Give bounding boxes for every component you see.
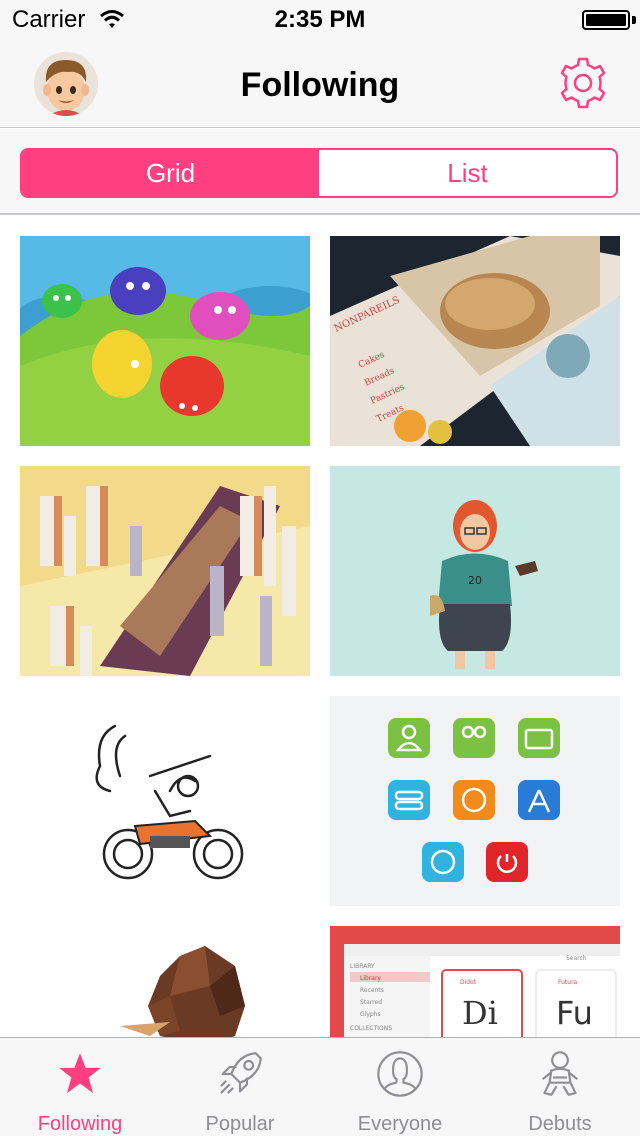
status-time: 2:35 PM	[274, 6, 366, 33]
navigation-bar: Following	[0, 40, 640, 128]
shot-app-icons-image	[330, 696, 620, 906]
star-icon	[59, 1053, 101, 1094]
shirt-text: 20	[468, 574, 482, 587]
battery-icon	[582, 10, 630, 30]
tab-following[interactable]: Following	[0, 1038, 160, 1136]
gear-icon[interactable]	[556, 56, 610, 110]
grid-segment[interactable]: Grid	[22, 150, 319, 196]
shot-redhead-illustration[interactable]: 20	[330, 466, 620, 676]
tab-debuts[interactable]: Debuts	[480, 1038, 640, 1136]
shot-redhead-image: 20	[330, 466, 620, 676]
tab-popular-label: Popular	[205, 1113, 275, 1135]
shot-isometric-city-image	[20, 466, 310, 676]
font-app-collections-heading: COLLECTIONS	[350, 1025, 392, 1032]
font-app-recents-item: Recents	[360, 987, 384, 994]
tab-bar: Following Popular Everyone Debuts	[0, 1037, 640, 1136]
person-icon	[377, 1051, 423, 1097]
tab-following-label: Following	[37, 1113, 123, 1135]
glyph-di: Di	[462, 994, 498, 1032]
view-mode-segmented-control: Grid List	[20, 148, 618, 198]
shot-nonpareils-image: NONPAREILS Cakes Breads Pastries Treats	[330, 236, 620, 446]
battery-tip	[632, 16, 636, 24]
list-segment[interactable]: List	[319, 150, 616, 196]
shot-nonpareils-menu[interactable]: NONPAREILS Cakes Breads Pastries Treats	[330, 236, 620, 446]
shot-chocolate-cone-image	[20, 926, 310, 1037]
glyph-caption-didot: Didot	[460, 979, 477, 986]
shot-blob-creatures[interactable]	[20, 236, 310, 446]
tab-everyone-label: Everyone	[357, 1113, 443, 1135]
glyph-fu: Fu	[556, 994, 593, 1032]
tab-popular[interactable]: Popular	[160, 1038, 320, 1136]
page-title: Following	[240, 66, 400, 104]
shot-font-app-image: LIBRARY Library Recents Starred Glyphs C…	[330, 926, 620, 1037]
tab-debuts-label: Debuts	[528, 1113, 592, 1135]
font-app-library-item: Library	[360, 975, 381, 982]
status-bar: Carrier 2:35 PM	[0, 0, 640, 40]
shot-blob-creatures-image	[20, 236, 310, 446]
font-app-starred-item: Starred	[360, 999, 382, 1006]
view-mode-bar: Grid List	[0, 129, 640, 215]
shot-skeleton-motorcycle[interactable]	[20, 696, 310, 906]
tab-everyone[interactable]: Everyone	[320, 1038, 480, 1136]
rocket-icon	[220, 1052, 262, 1094]
font-app-search: Search	[566, 955, 587, 962]
shot-chocolate-cone[interactable]	[20, 926, 310, 1037]
shot-font-app-ui[interactable]: LIBRARY Library Recents Starred Glyphs C…	[330, 926, 620, 1037]
battery-level	[586, 14, 626, 26]
font-app-glyphs-item: Glyphs	[360, 1011, 381, 1018]
shots-grid: NONPAREILS Cakes Breads Pastries Treats	[0, 217, 640, 1037]
shot-skeleton-image	[20, 696, 310, 906]
font-app-library-heading: LIBRARY	[350, 963, 375, 970]
baby-icon	[541, 1051, 579, 1096]
shot-isometric-city[interactable]	[20, 466, 310, 676]
shot-app-icons[interactable]	[330, 696, 620, 906]
glyph-caption-futura: Futura	[558, 979, 578, 986]
